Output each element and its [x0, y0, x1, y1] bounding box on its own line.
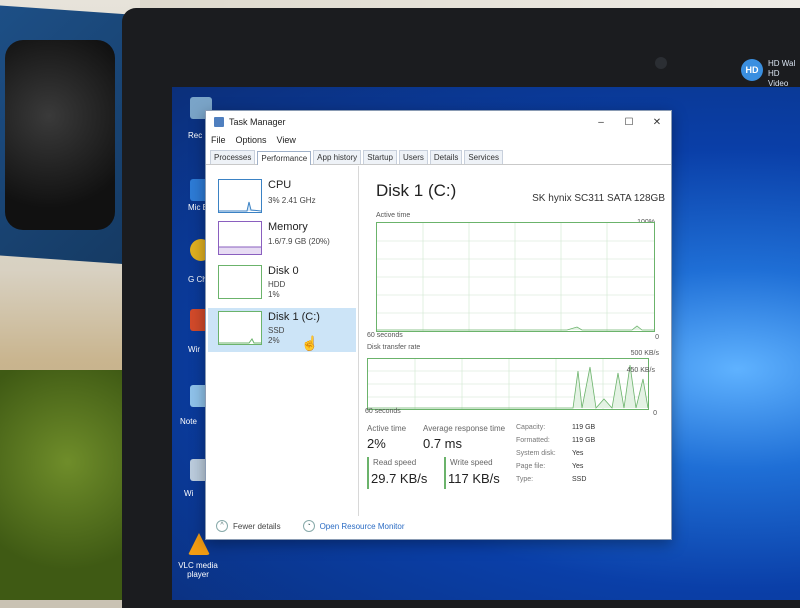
- active-time-graph: [376, 222, 655, 332]
- response-time-stat-label: Average response time: [423, 424, 506, 433]
- resource-detail: 1.6/7.9 GB (20%): [268, 237, 330, 246]
- resource-type: HDD: [268, 280, 286, 289]
- disk-detail-pane: Disk 1 (C:) SK hynix SC311 SATA 128GB Ac…: [365, 174, 671, 524]
- property-value: 119 GB: [572, 437, 596, 444]
- resource-name: Disk 1 (C:): [268, 311, 320, 323]
- resource-list: CPU 3% 2.41 GHz Memory 1.6/7.9 GB (20%) …: [206, 166, 359, 516]
- property-label: System disk:: [516, 450, 556, 457]
- active-time-graph-label: Active time: [376, 212, 411, 219]
- hd-wallpaper-badge-icon: HD: [741, 59, 763, 81]
- resource-item-cpu[interactable]: CPU 3% 2.41 GHz: [208, 176, 356, 220]
- title-bar: Task Manager – ☐ ✕: [206, 111, 671, 133]
- footer-bar: ^ Fewer details ◔ Open Resource Monitor: [206, 514, 671, 538]
- tab-details[interactable]: Details: [429, 150, 463, 164]
- transfer-rate-graph-label: Disk transfer rate: [367, 344, 421, 351]
- transfer-rate-time-label: 60 seconds: [365, 408, 401, 415]
- task-manager-icon: [214, 117, 224, 127]
- write-speed-label: Write speed: [450, 458, 493, 467]
- disk-model: SK hynix SC311 SATA 128GB: [532, 193, 665, 204]
- property-value: SSD: [572, 476, 587, 483]
- property-label: Capacity:: [516, 424, 546, 431]
- resource-name: Disk 0: [268, 265, 299, 277]
- resource-item-memory[interactable]: Memory 1.6/7.9 GB (20%): [208, 218, 356, 262]
- menu-bar: File Options View: [206, 133, 671, 147]
- resource-item-disk1[interactable]: Disk 1 (C:) SSD 2%: [208, 308, 356, 352]
- chevron-up-icon: ^: [216, 520, 228, 532]
- close-button[interactable]: ✕: [643, 117, 671, 128]
- transfer-rate-max-label: 500 KB/s: [630, 350, 659, 357]
- property-label: Type:: [516, 476, 534, 483]
- resource-usage: 1%: [268, 290, 280, 299]
- property-label: Page file:: [516, 463, 546, 470]
- desktop-icon-label: VLC media player: [178, 561, 218, 579]
- desktop-icon-label: Wir: [188, 345, 200, 354]
- tab-processes[interactable]: Processes: [210, 150, 256, 164]
- desktop-icon-label: Rec: [188, 131, 203, 140]
- transfer-rate-secondary-label: 450 KB/s: [626, 367, 655, 374]
- response-time-stat-value: 0.7 ms: [423, 436, 463, 451]
- window-title: Task Manager: [229, 117, 286, 127]
- webcam: [655, 57, 667, 69]
- transfer-rate-graph: [367, 358, 649, 410]
- task-manager-window: Task Manager – ☐ ✕ File Options View Pro…: [205, 110, 672, 540]
- menu-view[interactable]: View: [277, 135, 296, 145]
- property-label: Formatted:: [516, 437, 550, 444]
- camera-photo: [5, 40, 115, 230]
- resource-usage: 2%: [268, 336, 280, 345]
- active-time-time-label: 60 seconds: [367, 332, 403, 339]
- tab-users[interactable]: Users: [398, 150, 428, 164]
- desktop-icon-label: Note: [180, 417, 197, 426]
- cpu-thumbnail-graph: [218, 179, 262, 213]
- disk-title: Disk 1 (C:): [376, 181, 457, 200]
- resource-name: CPU: [268, 179, 292, 191]
- minimize-button[interactable]: –: [587, 117, 615, 128]
- resource-monitor-icon: ◔: [302, 520, 315, 532]
- hand-cursor-icon: ☝: [301, 335, 319, 351]
- resource-name: Memory: [268, 221, 308, 233]
- disk1-thumbnail-graph: [218, 311, 262, 345]
- read-speed-indicator: [367, 457, 369, 489]
- property-value: 119 GB: [572, 424, 596, 431]
- active-time-stat-label: Active time: [367, 424, 407, 433]
- menu-file[interactable]: File: [211, 135, 226, 145]
- fewer-details-link[interactable]: Fewer details: [233, 522, 281, 531]
- open-resource-monitor-link[interactable]: Open Resource Monitor: [320, 522, 405, 531]
- menu-options[interactable]: Options: [236, 135, 267, 145]
- active-time-stat-value: 2%: [367, 436, 386, 451]
- tab-bar: Processes Performance App history Startu…: [206, 147, 671, 165]
- tab-services[interactable]: Services: [464, 150, 504, 164]
- memory-thumbnail-graph: [218, 221, 262, 255]
- read-speed-label: Read speed: [373, 458, 417, 467]
- tab-app-history[interactable]: App history: [313, 150, 362, 164]
- disk0-thumbnail-graph: [218, 265, 262, 299]
- maximize-button[interactable]: ☐: [615, 117, 643, 128]
- write-speed-indicator: [444, 457, 446, 489]
- write-speed-value: 117 KB/s: [448, 471, 500, 486]
- active-time-min-label: 0: [655, 334, 659, 341]
- desktop-icon-label: Wi: [184, 489, 194, 498]
- resource-type: SSD: [268, 326, 285, 335]
- property-value: Yes: [572, 463, 584, 470]
- hd-wallpaper-text: HD Wal HD Video: [768, 59, 796, 88]
- grass-decoration: [0, 370, 135, 600]
- resource-detail: 3% 2.41 GHz: [268, 196, 316, 205]
- transfer-rate-min-label: 0: [653, 410, 657, 417]
- tab-startup[interactable]: Startup: [363, 150, 397, 164]
- tab-performance[interactable]: Performance: [257, 151, 312, 165]
- read-speed-value: 29.7 KB/s: [371, 471, 428, 486]
- resource-item-disk0[interactable]: Disk 0 HDD 1%: [208, 262, 356, 306]
- property-value: Yes: [572, 450, 584, 457]
